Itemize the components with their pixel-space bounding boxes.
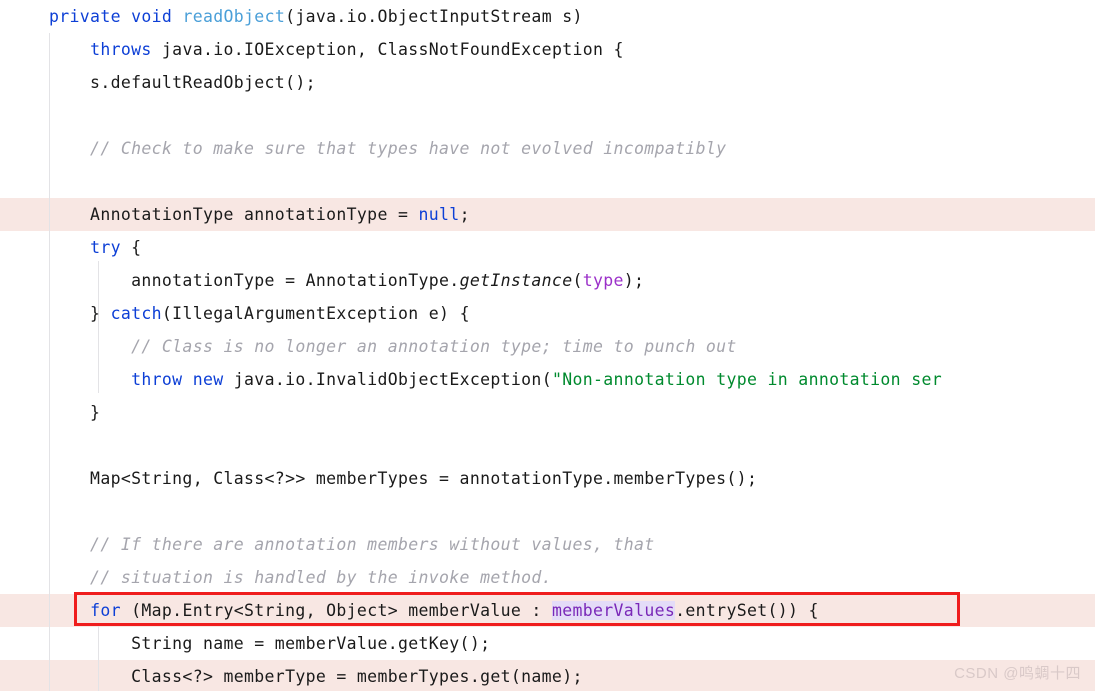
code-token: type: [582, 271, 624, 290]
code-token: s.defaultReadObject();: [49, 73, 316, 92]
code-token: .entrySet()) {: [675, 601, 819, 620]
code-line-text: // Class is no longer an annotation type…: [0, 330, 737, 363]
code-line-text: AnnotationType annotationType = null;: [0, 198, 470, 231]
code-token: void: [131, 7, 173, 26]
code-token: Map<String, Class<?>> memberTypes = anno…: [49, 469, 758, 488]
code-token: }: [49, 304, 111, 323]
code-token: private: [49, 7, 121, 26]
code-token: annotationType = AnnotationType.: [49, 271, 460, 290]
code-line-text: // Check to make sure that types have no…: [0, 132, 726, 165]
code-token: {: [120, 238, 142, 257]
code-line[interactable]: } catch(IllegalArgumentException e) {: [0, 297, 1095, 330]
code-line-text: try {: [0, 231, 141, 264]
code-token: String name = memberValue.getKey();: [49, 634, 491, 653]
code-line-text: private void readObject(java.io.ObjectIn…: [0, 0, 583, 33]
code-token: );: [623, 271, 645, 290]
code-line[interactable]: Map<String, Class<?>> memberTypes = anno…: [0, 462, 1095, 495]
code-line[interactable]: [0, 429, 1095, 462]
code-token: // Class is no longer an annotation type…: [49, 337, 737, 356]
code-lines-container: private void readObject(java.io.ObjectIn…: [0, 0, 1095, 691]
code-line[interactable]: // Check to make sure that types have no…: [0, 132, 1095, 165]
code-token: throws: [90, 40, 152, 59]
code-token: for: [90, 601, 121, 620]
code-token: catch: [110, 304, 162, 323]
csdn-watermark: CSDN @鸣蜩十四: [954, 665, 1081, 682]
code-line[interactable]: throws java.io.IOException, ClassNotFoun…: [0, 33, 1095, 66]
code-token: AnnotationType annotationType =: [49, 205, 419, 224]
code-line-text: throws java.io.IOException, ClassNotFoun…: [0, 33, 624, 66]
code-line-text: // If there are annotation members witho…: [0, 528, 655, 561]
code-line[interactable]: throw new java.io.InvalidObjectException…: [0, 363, 1095, 396]
code-editor-viewport[interactable]: private void readObject(java.io.ObjectIn…: [0, 0, 1095, 691]
code-line-text: }: [0, 396, 100, 429]
code-line[interactable]: [0, 495, 1095, 528]
code-token: java.io.InvalidObjectException(: [223, 370, 552, 389]
code-line[interactable]: for (Map.Entry<String, Object> memberVal…: [0, 594, 1095, 627]
code-token: Class<?> memberType = memberTypes.get(na…: [49, 667, 583, 686]
code-token: (IllegalArgumentException e) {: [161, 304, 470, 323]
code-line[interactable]: }: [0, 396, 1095, 429]
code-token: // Check to make sure that types have no…: [49, 139, 727, 158]
code-token: (: [572, 271, 583, 290]
code-token: }: [49, 403, 101, 422]
code-token: "Non-annotation type in annotation ser: [551, 370, 942, 389]
code-line[interactable]: // situation is handled by the invoke me…: [0, 561, 1095, 594]
code-token: new: [192, 370, 224, 389]
code-line[interactable]: // Class is no longer an annotation type…: [0, 330, 1095, 363]
code-line-text: annotationType = AnnotationType.getInsta…: [0, 264, 644, 297]
code-line-text: Class<?> memberType = memberTypes.get(na…: [0, 660, 583, 691]
code-line-text: for (Map.Entry<String, Object> memberVal…: [0, 594, 819, 627]
code-token: throw: [131, 370, 183, 389]
code-line[interactable]: AnnotationType annotationType = null;: [0, 198, 1095, 231]
code-token: memberValues: [551, 601, 676, 620]
code-line[interactable]: s.defaultReadObject();: [0, 66, 1095, 99]
code-token: // situation is handled by the invoke me…: [49, 568, 552, 587]
code-line-text: throw new java.io.InvalidObjectException…: [0, 363, 942, 396]
code-token: null: [418, 205, 460, 224]
code-token: try: [90, 238, 121, 257]
code-line[interactable]: // If there are annotation members witho…: [0, 528, 1095, 561]
code-line[interactable]: String name = memberValue.getKey();: [0, 627, 1095, 660]
code-line[interactable]: try {: [0, 231, 1095, 264]
code-token: // If there are annotation members witho…: [49, 535, 655, 554]
code-token: java.io.IOException, ClassNotFoundExcept…: [151, 40, 624, 59]
code-line-text: // situation is handled by the invoke me…: [0, 561, 552, 594]
code-line-text: String name = memberValue.getKey();: [0, 627, 490, 660]
code-line[interactable]: Class<?> memberType = memberTypes.get(na…: [0, 660, 1095, 691]
code-line[interactable]: private void readObject(java.io.ObjectIn…: [0, 0, 1095, 33]
code-line[interactable]: [0, 99, 1095, 132]
code-line[interactable]: annotationType = AnnotationType.getInsta…: [0, 264, 1095, 297]
code-token: (java.io.ObjectInputStream s): [285, 7, 583, 26]
code-line-text: s.defaultReadObject();: [0, 66, 316, 99]
code-line[interactable]: [0, 165, 1095, 198]
code-line-text: Map<String, Class<?>> memberTypes = anno…: [0, 462, 757, 495]
code-token: (Map.Entry<String, Object> memberValue :: [120, 601, 552, 620]
code-token: readObject: [182, 7, 286, 26]
code-token: getInstance: [459, 271, 573, 290]
code-line-text: } catch(IllegalArgumentException e) {: [0, 297, 470, 330]
code-token: ;: [459, 205, 470, 224]
